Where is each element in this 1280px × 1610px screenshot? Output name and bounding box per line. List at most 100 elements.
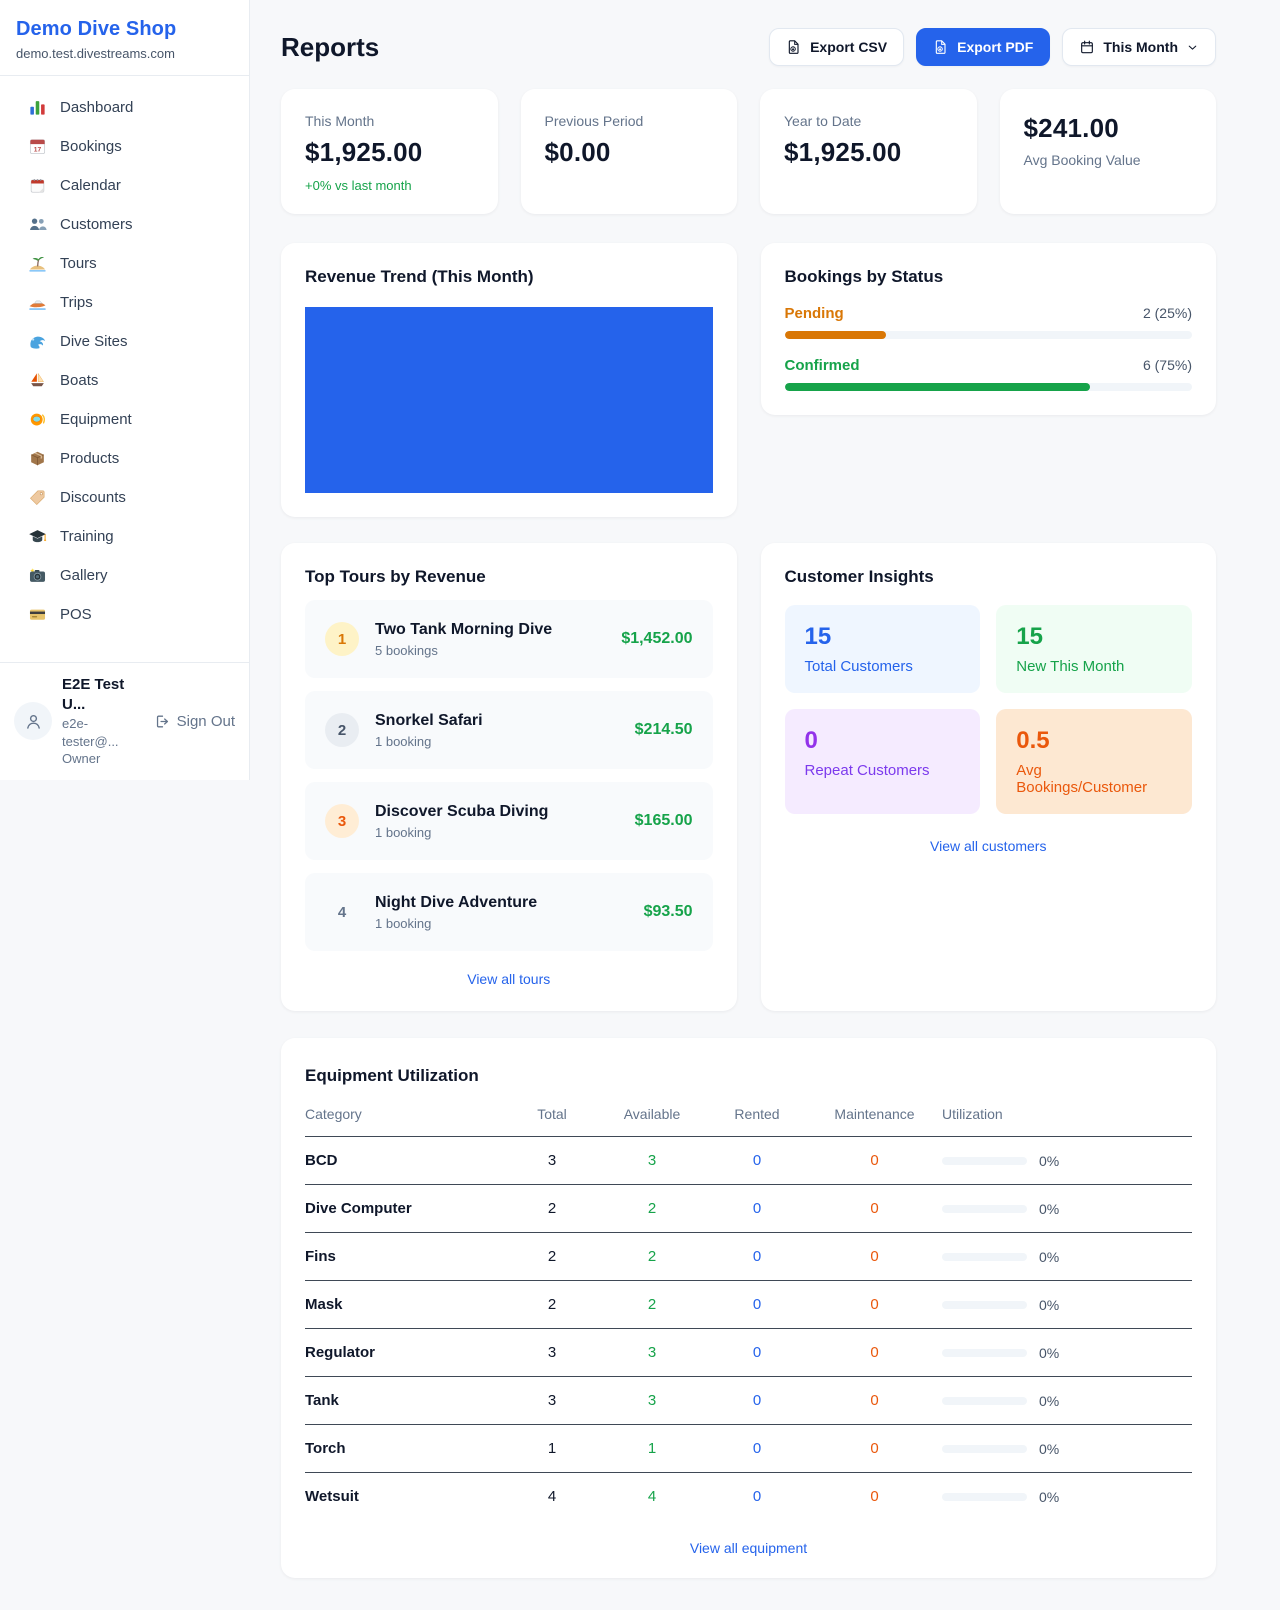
diving-mask-icon <box>28 410 47 429</box>
pending-progress-track <box>785 331 1193 339</box>
rank-badge: 1 <box>325 622 359 656</box>
tile-repeat-customers: 0 Repeat Customers <box>785 709 981 814</box>
shop-domain: demo.test.divestreams.com <box>16 46 233 61</box>
tile-avg-bookings: 0.5 Avg Bookings/Customer <box>996 709 1192 814</box>
tour-row: 4 Night Dive Adventure 1 booking $93.50 <box>305 873 713 951</box>
sign-out-icon <box>154 713 171 730</box>
tile-new-this-month: 15 New This Month <box>996 605 1192 693</box>
customer-insights-card: Customer Insights 15 Total Customers 15 … <box>761 543 1217 1011</box>
sidebar: Demo Dive Shop demo.test.divestreams.com… <box>0 0 250 780</box>
view-all-customers-link[interactable]: View all customers <box>785 838 1193 854</box>
confirmed-progress-fill <box>785 383 1091 391</box>
confirmed-progress-track <box>785 383 1193 391</box>
revenue-trend-chart <box>305 307 713 493</box>
file-download-icon <box>933 39 949 55</box>
stat-this-month: This Month $1,925.00 +0% vs last month <box>281 89 498 214</box>
table-header-row: Category Total Available Rented Maintena… <box>305 1106 1192 1137</box>
sidebar-item-discounts[interactable]: Discounts <box>0 478 249 517</box>
period-dropdown[interactable]: This Month <box>1062 28 1216 66</box>
table-row: Mask 2 2 0 0 0% <box>305 1281 1192 1329</box>
utilization-bar <box>942 1301 1027 1309</box>
topbar: Reports Export CSV Export PDF This Month <box>281 28 1216 66</box>
equipment-table: Category Total Available Rented Maintena… <box>305 1106 1192 1520</box>
header-actions: Export CSV Export PDF This Month <box>769 28 1216 66</box>
bookings-by-status-card: Bookings by Status Pending 2 (25%) Confi… <box>761 243 1217 415</box>
export-pdf-button[interactable]: Export PDF <box>916 28 1050 66</box>
sidebar-nav: Dashboard Bookings Calendar Customers To… <box>0 76 249 634</box>
avatar <box>14 702 52 740</box>
sign-out-button[interactable]: Sign Out <box>154 713 235 730</box>
tag-icon <box>28 488 47 507</box>
view-all-equipment-link[interactable]: View all equipment <box>305 1540 1192 1556</box>
spiral-calendar-icon <box>28 176 47 195</box>
file-download-icon <box>786 39 802 55</box>
stat-avg-booking-value: $241.00 Avg Booking Value <box>1000 89 1217 214</box>
sidebar-item-pos[interactable]: POS <box>0 595 249 634</box>
pending-progress-fill <box>785 331 887 339</box>
main-content: Reports Export CSV Export PDF This Month <box>250 0 1280 1610</box>
tour-row: 3 Discover Scuba Diving 1 booking $165.0… <box>305 782 713 860</box>
island-icon <box>28 254 47 273</box>
calendar-17-icon <box>28 137 47 156</box>
status-row-confirmed: Confirmed 6 (75%) <box>785 357 1193 391</box>
equipment-utilization-title: Equipment Utilization <box>305 1066 1192 1086</box>
sidebar-item-equipment[interactable]: Equipment <box>0 400 249 439</box>
user-panel: E2E Test U... e2e-tester@... Owner Sign … <box>0 662 249 780</box>
sidebar-item-customers[interactable]: Customers <box>0 205 249 244</box>
sidebar-item-tours[interactable]: Tours <box>0 244 249 283</box>
user-name: E2E Test U... <box>62 675 144 716</box>
brand: Demo Dive Shop demo.test.divestreams.com <box>0 0 249 76</box>
charts-row: Revenue Trend (This Month) Bookings by S… <box>281 243 1216 517</box>
table-row: Regulator 3 3 0 0 0% <box>305 1329 1192 1377</box>
utilization-bar <box>942 1493 1027 1501</box>
sidebar-item-boats[interactable]: Boats <box>0 361 249 400</box>
reports-page: Demo Dive Shop demo.test.divestreams.com… <box>0 0 1280 1610</box>
stat-previous-period: Previous Period $0.00 <box>521 89 738 214</box>
sidebar-item-products[interactable]: Products <box>0 439 249 478</box>
utilization-bar <box>942 1253 1027 1261</box>
rank-badge: 3 <box>325 804 359 838</box>
bar-chart-icon <box>28 98 47 117</box>
person-icon <box>23 711 44 732</box>
table-row: Dive Computer 2 2 0 0 0% <box>305 1185 1192 1233</box>
revenue-trend-card: Revenue Trend (This Month) <box>281 243 737 517</box>
insight-tiles: 15 Total Customers 15 New This Month 0 R… <box>785 605 1193 814</box>
package-icon <box>28 449 47 468</box>
top-tours-title: Top Tours by Revenue <box>305 567 713 587</box>
stat-year-to-date: Year to Date $1,925.00 <box>760 89 977 214</box>
sidebar-item-dive-sites[interactable]: Dive Sites <box>0 322 249 361</box>
sidebar-item-gallery[interactable]: Gallery <box>0 556 249 595</box>
table-row: Tank 3 3 0 0 0% <box>305 1377 1192 1425</box>
rank-badge: 4 <box>325 895 359 929</box>
wave-icon <box>28 332 47 351</box>
sidebar-item-dashboard[interactable]: Dashboard <box>0 88 249 127</box>
revenue-trend-title: Revenue Trend (This Month) <box>305 267 713 287</box>
sidebar-item-bookings[interactable]: Bookings <box>0 127 249 166</box>
shop-name: Demo Dive Shop <box>16 18 233 41</box>
user-role: Owner <box>62 750 144 768</box>
credit-card-icon <box>28 605 47 624</box>
speedboat-icon <box>28 293 47 312</box>
customer-insights-title: Customer Insights <box>785 567 1193 587</box>
sidebar-item-training[interactable]: Training <box>0 517 249 556</box>
calendar-icon <box>1079 39 1095 55</box>
sidebar-item-trips[interactable]: Trips <box>0 283 249 322</box>
table-row: Wetsuit 4 4 0 0 0% <box>305 1473 1192 1521</box>
tile-total-customers: 15 Total Customers <box>785 605 981 693</box>
table-row: Torch 1 1 0 0 0% <box>305 1425 1192 1473</box>
utilization-bar <box>942 1349 1027 1357</box>
export-csv-button[interactable]: Export CSV <box>769 28 904 66</box>
view-all-tours-link[interactable]: View all tours <box>305 971 713 987</box>
insights-row: Top Tours by Revenue 1 Two Tank Morning … <box>281 543 1216 1011</box>
sidebar-item-calendar[interactable]: Calendar <box>0 166 249 205</box>
utilization-bar <box>942 1445 1027 1453</box>
user-email: e2e-tester@... <box>62 715 144 750</box>
sailboat-icon <box>28 371 47 390</box>
status-row-pending: Pending 2 (25%) <box>785 305 1193 339</box>
page-title: Reports <box>281 32 379 63</box>
tour-row: 1 Two Tank Morning Dive 5 bookings $1,45… <box>305 600 713 678</box>
utilization-bar <box>942 1157 1027 1165</box>
stat-cards: This Month $1,925.00 +0% vs last month P… <box>281 89 1216 214</box>
user-info: E2E Test U... e2e-tester@... Owner <box>62 675 144 768</box>
chevron-down-icon <box>1186 41 1199 54</box>
